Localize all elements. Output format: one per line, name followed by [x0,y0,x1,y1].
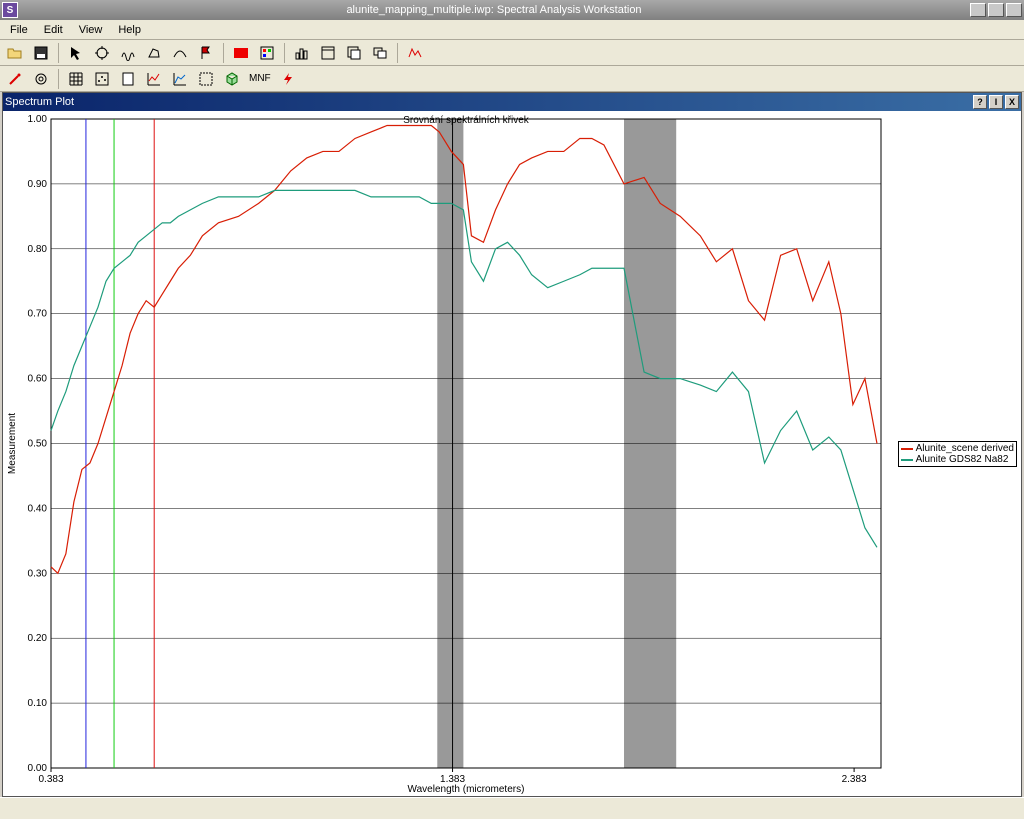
svg-text:0.20: 0.20 [28,633,48,644]
flag-icon[interactable] [195,42,217,64]
toolbar-secondary: MNF [0,66,1024,92]
menu-view[interactable]: View [71,22,111,38]
save-icon[interactable] [30,42,52,64]
sub-minimize-button[interactable]: I [989,95,1003,109]
legend-label-1: Alunite_scene derived [916,443,1014,454]
svg-text:2.383: 2.383 [842,774,867,785]
window-icon[interactable] [317,42,339,64]
svg-text:Measurement: Measurement [7,413,18,474]
target-icon[interactable] [30,68,52,90]
crosshair-icon[interactable] [91,42,113,64]
app-icon: S [2,2,18,18]
red-swatch-icon[interactable] [230,42,252,64]
pointer-icon[interactable] [65,42,87,64]
line-chart-icon[interactable] [143,68,165,90]
svg-text:1.00: 1.00 [28,114,48,125]
legend-swatch-2 [901,459,913,461]
window-title: alunite_mapping_multiple.iwp: Spectral A… [18,4,970,16]
svg-text:0.30: 0.30 [28,568,48,579]
line-chart2-icon[interactable] [169,68,191,90]
svg-text:0.80: 0.80 [28,244,48,255]
svg-text:0.90: 0.90 [28,179,48,190]
svg-text:0.50: 0.50 [28,439,48,450]
legend-swatch-1 [901,448,913,450]
sub-help-button[interactable]: ? [973,95,987,109]
legend-label-2: Alunite GDS82 Na82 [916,454,1009,465]
menu-file[interactable]: File [2,22,36,38]
main-titlebar: S alunite_mapping_multiple.iwp: Spectral… [0,0,1024,20]
window2-icon[interactable] [343,42,365,64]
bar-chart-icon[interactable] [291,42,313,64]
open-icon[interactable] [4,42,26,64]
status-bar [0,797,1024,819]
svg-text:0.10: 0.10 [28,698,48,709]
legend-row-1: Alunite_scene derived [901,443,1014,454]
spectrum-red-icon[interactable] [404,42,426,64]
svg-text:0.40: 0.40 [28,503,48,514]
scatter-icon[interactable] [91,68,113,90]
legend-row-2: Alunite GDS82 Na82 [901,454,1014,465]
grid-icon[interactable] [65,68,87,90]
svg-text:0.383: 0.383 [38,774,63,785]
plot-area[interactable]: 0.00 0.10 0.20 0.30 0.40 0.50 0.60 0.70 0.80 0.90… [3,111,1021,796]
spectrum-plot-titlebar[interactable]: Spectrum Plot ? I X [3,93,1021,111]
spectrum-plot-window: Spectrum Plot ? I X 0.00 0.10 0.20 0.30 0.40… [2,92,1022,797]
maximize-button[interactable] [988,3,1004,17]
mnf-label[interactable]: MNF [247,73,273,84]
menu-help[interactable]: Help [110,22,149,38]
close-button[interactable] [1006,3,1022,17]
select-icon[interactable] [195,68,217,90]
cube-icon[interactable] [221,68,243,90]
polygon-icon[interactable] [143,42,165,64]
window-controls [970,3,1022,17]
menu-bar: File Edit View Help [0,20,1024,40]
cascade-icon[interactable] [369,42,391,64]
palette-icon[interactable] [256,42,278,64]
spectrum-chart[interactable]: 0.00 0.10 0.20 0.30 0.40 0.50 0.60 0.70 0.80 0.90… [3,111,1021,796]
svg-text:0.70: 0.70 [28,309,48,320]
toolbar-main [0,40,1024,66]
legend: Alunite_scene derived Alunite GDS82 Na82 [898,441,1017,467]
svg-text:Srovnání spektrálních křivek: Srovnání spektrálních křivek [403,115,530,126]
wand-icon[interactable] [4,68,26,90]
spectrum-icon[interactable] [117,42,139,64]
minimize-button[interactable] [970,3,986,17]
svg-text:0.00: 0.00 [28,763,48,774]
bolt-icon[interactable] [277,68,299,90]
svg-text:Wavelength (micrometers): Wavelength (micrometers) [408,784,525,795]
menu-edit[interactable]: Edit [36,22,71,38]
sub-close-button[interactable]: X [1005,95,1019,109]
svg-text:0.60: 0.60 [28,374,48,385]
curve-icon[interactable] [169,42,191,64]
blank-doc-icon[interactable] [117,68,139,90]
spectrum-plot-title: Spectrum Plot [5,96,74,108]
